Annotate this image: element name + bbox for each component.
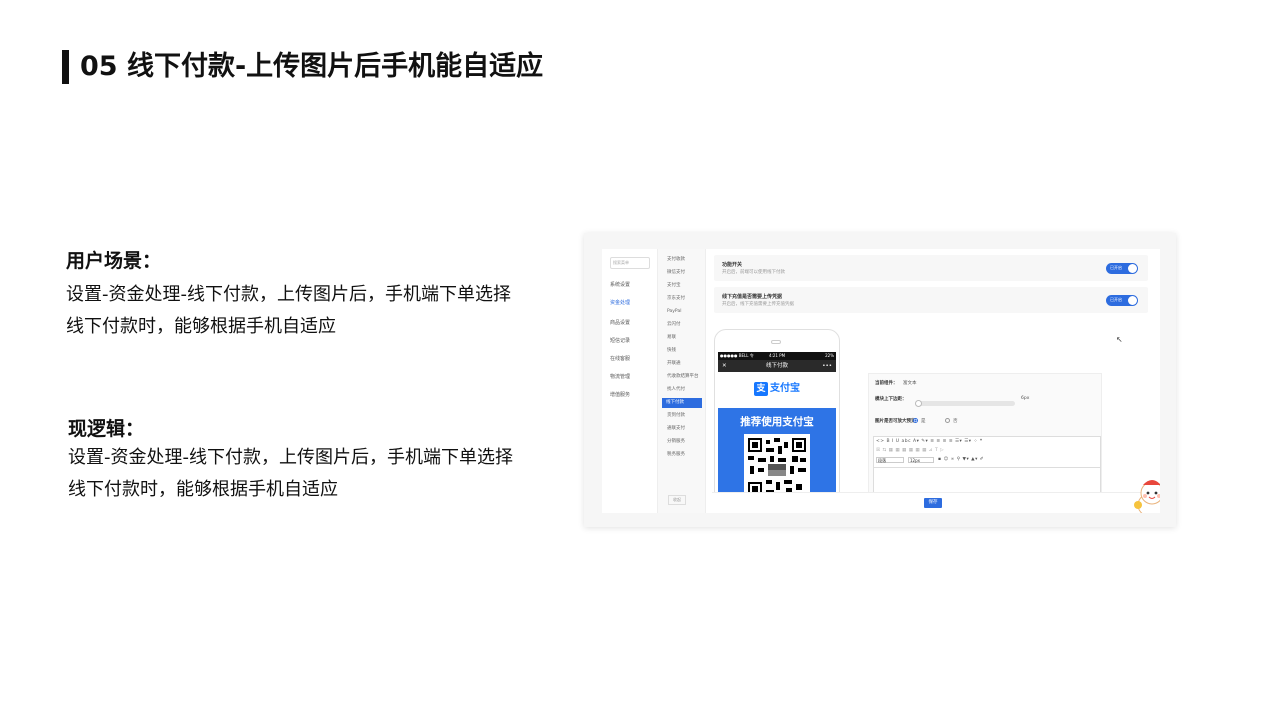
- submenu-item[interactable]: 分销服务: [663, 437, 703, 447]
- editor-toolbar-row1[interactable]: <> B I U abc A▾ ✎▾ ≡ ≡ ≡ ≡ ☰▾ ☰▾ ⁘ ❝: [876, 439, 983, 444]
- bottom-action-bar: 保存: [712, 492, 1160, 513]
- logic-text: 设置-资金处理-线下付款，上传图片后，手机端下单选择线下付款时，能够根据手机自适…: [68, 447, 513, 500]
- alipay-name: 支付宝: [770, 383, 800, 394]
- phone-title-bar: ✕ 线下付款 •••: [718, 360, 836, 372]
- sidebar-item-sms[interactable]: 短信记录: [610, 337, 630, 344]
- submenu-item[interactable]: 找人代付: [663, 385, 703, 395]
- submenu-item[interactable]: 支付收款: [663, 255, 703, 265]
- alipay-header: 支 支付宝: [718, 372, 836, 408]
- mascot-icon: [1134, 480, 1160, 513]
- sidebar-item-service[interactable]: 在线客服: [610, 355, 630, 362]
- submenu-item[interactable]: 易联: [663, 333, 703, 343]
- submenu-item-offline-pay[interactable]: 线下付款: [662, 398, 702, 408]
- scenario-text: 设置-资金处理-线下付款，上传图片后，手机端下单选择线下付款时，能够根据手机自适…: [66, 284, 511, 337]
- upload-proof-toggle[interactable]: 已开启: [1106, 295, 1138, 306]
- submenu-item[interactable]: 快钱: [663, 346, 703, 356]
- feature-toggle[interactable]: 已开启: [1106, 263, 1138, 274]
- slide-title: 05 线下付款-上传图片后手机能自适应: [80, 51, 544, 82]
- submenu-item[interactable]: 通联支付: [663, 424, 703, 434]
- margin-value: 6px: [1021, 396, 1030, 401]
- phone-speaker: [771, 340, 781, 344]
- toggle-label: 已开启: [1110, 265, 1122, 270]
- margin-slider[interactable]: [915, 400, 1015, 407]
- widget-value: 富文本: [903, 381, 917, 386]
- widget-label: 当前组件：: [875, 381, 898, 386]
- alipay-logo-icon: 支: [754, 382, 768, 396]
- submenu-item[interactable]: PayPal: [663, 307, 703, 317]
- more-icon[interactable]: •••: [822, 360, 832, 372]
- slider-handle[interactable]: [915, 400, 922, 407]
- close-icon[interactable]: ✕: [722, 360, 727, 372]
- alipay-promo: 推荐使用支付宝: [740, 416, 814, 428]
- mouse-cursor-icon: ↖: [1116, 335, 1123, 344]
- submenu-item[interactable]: 微信支付: [663, 268, 703, 278]
- submenu-item[interactable]: 京东支付: [663, 294, 703, 304]
- toggle-label: 已开启: [1110, 297, 1122, 302]
- qr-code: [744, 434, 810, 500]
- status-time: 4:21 PM: [768, 353, 786, 358]
- phone-preview: ●●●●● BELL 令 4:21 PM 22% ✕ 线下付款 ••• 支 支付…: [714, 329, 840, 513]
- phone-status-bar: ●●●●● BELL 令 4:21 PM 22%: [718, 352, 836, 360]
- submenu-item[interactable]: 开联通: [663, 359, 703, 369]
- menu-search-input[interactable]: 搜索菜单: [610, 257, 650, 269]
- margin-label: 模块上下边距：: [875, 397, 907, 402]
- title-accent-bar: [62, 50, 69, 84]
- slide: 05 线下付款-上传图片后手机能自适应 用户场景： 设置-资金处理-线下付款，上…: [0, 0, 1280, 720]
- sidebar-item-addons[interactable]: 增值服务: [610, 391, 630, 398]
- submenu-item[interactable]: 云闪付: [663, 320, 703, 330]
- sub-sidebar: 支付收款 微信支付 支付宝 京东支付 PayPal 云闪付 易联 快钱 开联通 …: [658, 249, 706, 513]
- submenu-item[interactable]: 支付宝: [663, 281, 703, 291]
- sidebar-item-system[interactable]: 系统设置: [610, 281, 630, 288]
- toggle-knob: [1128, 296, 1137, 305]
- submenu-item[interactable]: 货到付款: [663, 411, 703, 421]
- zoom-yes-radio[interactable]: [913, 418, 918, 423]
- sidebar-item-funds[interactable]: 资金处理: [610, 299, 630, 306]
- main-sidebar: 搜索菜单 系统设置 资金处理 商品设置 短信记录 在线客服 物流管理 增值服务: [602, 249, 658, 513]
- editor-toolbar-row3[interactable]: ▪ ☺ ∞ ⚲ ▼▾ ▲▾ ✐: [938, 457, 984, 462]
- qr-code-icon: [748, 438, 806, 496]
- admin-window: 搜索菜单 系统设置 资金处理 商品设置 短信记录 在线客服 物流管理 增值服务 …: [602, 249, 1160, 513]
- status-carrier: ●●●●● BELL 令: [720, 353, 754, 358]
- card-title: 线下充值是否需要上传凭据: [722, 294, 783, 300]
- admin-screenshot: 搜索菜单 系统设置 资金处理 商品设置 短信记录 在线客服 物流管理 增值服务 …: [584, 233, 1176, 527]
- status-battery: 22%: [825, 353, 834, 358]
- sidebar-item-logistics[interactable]: 物流管理: [610, 373, 630, 380]
- scenario-heading: 用户场景：: [66, 250, 162, 272]
- save-button[interactable]: 保存: [924, 498, 942, 508]
- phone-title: 线下付款: [765, 363, 788, 369]
- sidebar-item-goods[interactable]: 商品设置: [610, 319, 630, 326]
- collapse-button[interactable]: 收起: [668, 495, 686, 505]
- feature-toggle-card: 功能开关 开启后，前端可以使用线下付款 已开启: [714, 255, 1148, 281]
- card-desc: 开启后，线下充值需要上传充值凭据: [722, 302, 794, 307]
- toggle-knob: [1128, 264, 1137, 273]
- editor-toolbar-row2[interactable]: ☒ ⇆ ▦ ▦ ▦ ▦ ▦ ▦ ⊿ T ▷: [876, 448, 944, 453]
- paragraph-select[interactable]: 段落: [876, 457, 904, 463]
- phone-screen: ●●●●● BELL 令 4:21 PM 22% ✕ 线下付款 ••• 支 支付…: [718, 352, 836, 513]
- logic-heading: 现逻辑：: [68, 418, 145, 440]
- submenu-item[interactable]: 代收款结算平台: [663, 372, 703, 382]
- upload-proof-card: 线下充值是否需要上传凭据 开启后，线下充值需要上传充值凭据 已开启: [714, 287, 1148, 313]
- card-title: 功能开关: [722, 262, 743, 268]
- submenu-item[interactable]: 税务服务: [663, 450, 703, 460]
- zoom-no-radio[interactable]: [945, 418, 950, 423]
- zoom-no-label: 否: [953, 419, 958, 424]
- font-size-select[interactable]: 12px: [908, 457, 934, 463]
- card-desc: 开启后，前端可以使用线下付款: [722, 270, 785, 275]
- zoom-yes-label: 是: [921, 419, 926, 424]
